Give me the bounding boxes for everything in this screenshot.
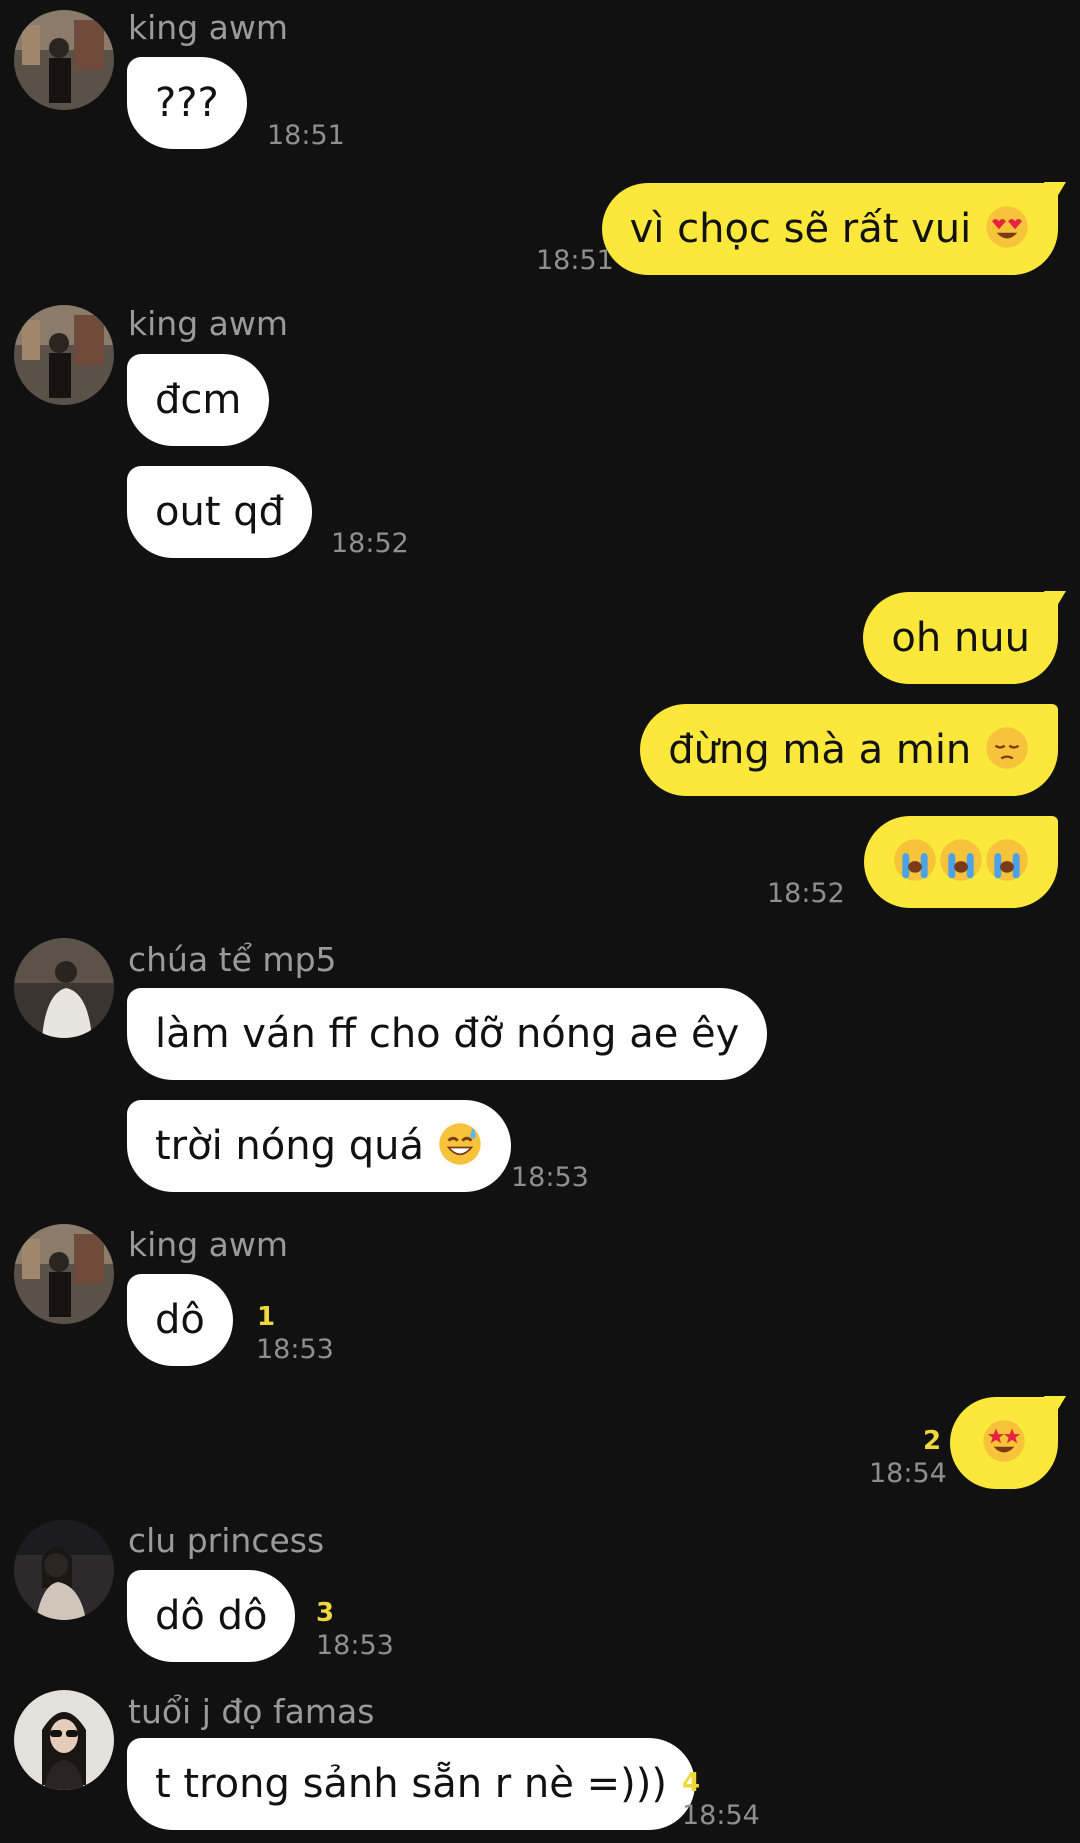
chat-message-list[interactable]: king awm ??? 18:51 vì chọc sẽ rất vui 18… <box>0 0 1080 1843</box>
message-bubble[interactable] <box>950 1397 1058 1489</box>
message-bubble[interactable]: dô <box>127 1274 233 1366</box>
message-text: trời nóng quá <box>155 1123 424 1169</box>
message-bubble[interactable]: t trong sảnh sẵn r nè =))) <box>127 1738 695 1830</box>
message-time: 18:51 <box>536 245 614 276</box>
crying-face-emoji <box>938 837 984 883</box>
message-text: đừng mà a min <box>668 727 972 773</box>
sender-name: king awm <box>128 304 288 343</box>
avatar-king-awm[interactable] <box>14 1224 114 1324</box>
message-time: 18:54 <box>682 1800 760 1831</box>
read-count: 2 <box>923 1426 942 1456</box>
message-bubble[interactable]: vì chọc sẽ rất vui <box>601 183 1058 275</box>
sender-name: king awm <box>128 8 288 47</box>
message-time: 18:53 <box>511 1162 589 1193</box>
message-time: 18:53 <box>256 1334 334 1365</box>
message-time: 18:51 <box>267 120 345 151</box>
crying-face-emoji <box>984 837 1030 883</box>
star-struck-emoji <box>981 1418 1027 1464</box>
read-count: 4 <box>682 1768 701 1798</box>
sender-name: king awm <box>128 1225 288 1264</box>
read-count: 1 <box>257 1302 276 1332</box>
message-bubble[interactable]: đừng mà a min <box>640 704 1058 796</box>
message-bubble[interactable]: oh nuu <box>863 592 1058 684</box>
message-time: 18:53 <box>316 1630 394 1661</box>
message-text: vì chọc sẽ rất vui <box>629 206 972 252</box>
message-bubble[interactable]: dô dô <box>127 1570 296 1662</box>
sender-name: chúa tể mp5 <box>128 940 337 979</box>
heart-eyes-emoji <box>984 204 1030 250</box>
message-bubble[interactable]: out qđ <box>127 466 313 558</box>
avatar-chua-te-mp5[interactable] <box>14 938 114 1038</box>
message-bubble[interactable] <box>864 816 1058 908</box>
pensive-face-emoji <box>984 725 1030 771</box>
message-time: 18:52 <box>767 878 845 909</box>
sender-name: tuổi j đọ famas <box>128 1692 375 1731</box>
message-bubble[interactable]: ??? <box>127 57 247 149</box>
message-time: 18:52 <box>331 528 409 559</box>
message-bubble[interactable]: trời nóng quá <box>127 1100 511 1192</box>
crying-face-emoji <box>892 837 938 883</box>
avatar-tuoi-j-do-famas[interactable] <box>14 1690 114 1790</box>
message-bubble[interactable]: làm ván ff cho đỡ nóng ae êy <box>127 988 768 1080</box>
avatar-king-awm[interactable] <box>14 10 114 110</box>
avatar-clu-princess[interactable] <box>14 1520 114 1620</box>
avatar-king-awm[interactable] <box>14 305 114 405</box>
message-time: 18:54 <box>869 1458 947 1489</box>
read-count: 3 <box>316 1598 335 1628</box>
sweat-smile-emoji <box>437 1121 483 1167</box>
message-bubble[interactable]: đcm <box>127 354 270 446</box>
sender-name: clu princess <box>128 1521 325 1560</box>
